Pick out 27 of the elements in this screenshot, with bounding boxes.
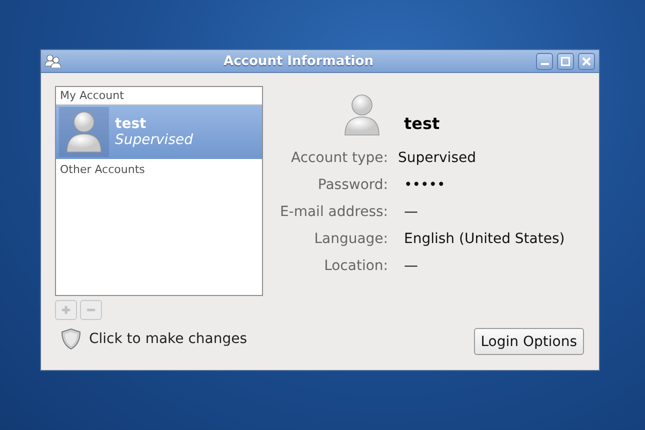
field-value: Supervised <box>398 150 477 166</box>
field-label: E-mail address: <box>278 204 388 220</box>
shield-icon[interactable] <box>61 328 81 350</box>
close-icon <box>582 56 591 66</box>
minimize-button[interactable] <box>536 52 553 70</box>
field-value: — <box>403 258 419 274</box>
field-value: ••••• <box>403 177 446 193</box>
user-name: test <box>404 114 440 132</box>
window-title: Account Information <box>222 54 374 68</box>
minimize-icon <box>540 63 548 65</box>
users-icon <box>45 54 61 68</box>
close-button[interactable] <box>578 52 595 70</box>
section-header: Other Accounts <box>59 162 146 177</box>
field-value: English (United States) <box>403 231 566 247</box>
field-label: Password: <box>316 177 388 193</box>
user-name: test <box>115 116 148 132</box>
minus-icon <box>86 308 96 312</box>
field-label: Account type: <box>290 150 388 166</box>
account-type: Supervised <box>115 132 193 148</box>
field-value: — <box>403 204 419 220</box>
plus-icon <box>61 305 71 315</box>
field-label: Language: <box>313 231 388 247</box>
unlock-text[interactable]: Click to make changes <box>89 331 248 347</box>
field-label: Location: <box>323 258 388 274</box>
login-options-button[interactable]: Login Options <box>474 328 584 355</box>
maximize-icon <box>561 56 570 66</box>
maximize-button[interactable] <box>557 52 574 70</box>
